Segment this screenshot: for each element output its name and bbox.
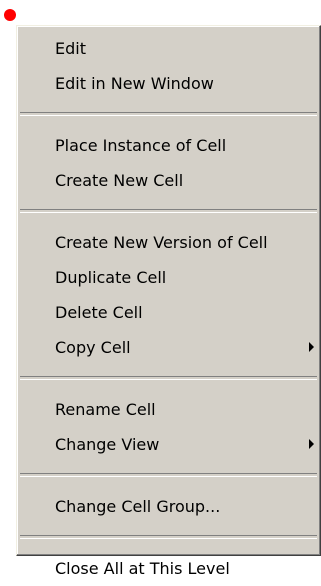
menu-separator (20, 376, 317, 380)
menu-item-change-cell-group[interactable]: Change Cell Group... (17, 489, 320, 524)
menu-item-create-new-cell[interactable]: Create New Cell (17, 163, 320, 198)
menu-item-label: Copy Cell (55, 338, 131, 357)
menu-item-label: Change View (55, 435, 160, 454)
submenu-arrow-icon (309, 342, 314, 352)
menu-item-create-new-version-of-cell[interactable]: Create New Version of Cell (17, 225, 320, 260)
menu-item-edit[interactable]: Edit (17, 31, 320, 66)
menu-item-delete-cell[interactable]: Delete Cell (17, 295, 320, 330)
menu-separator (20, 535, 317, 539)
menu-separator (20, 209, 317, 213)
menu-item-edit-in-new-window[interactable]: Edit in New Window (17, 66, 320, 101)
menu-item-copy-cell[interactable]: Copy Cell (17, 330, 320, 365)
menu-item-label: Rename Cell (55, 400, 156, 419)
menu-separator (20, 112, 317, 116)
menu-item-label: Duplicate Cell (55, 268, 167, 287)
menu-item-place-instance-of-cell[interactable]: Place Instance of Cell (17, 128, 320, 163)
menu-item-label: Edit in New Window (55, 74, 214, 93)
menu-item-label: Create New Cell (55, 171, 184, 190)
menu-item-duplicate-cell[interactable]: Duplicate Cell (17, 260, 320, 295)
menu-item-label: Place Instance of Cell (55, 136, 227, 155)
menu-item-label: Close All at This Level (55, 559, 230, 578)
menu-item-label: Create New Version of Cell (55, 233, 268, 252)
menu-item-label: Edit (55, 39, 86, 58)
submenu-arrow-icon (309, 439, 314, 449)
menu-item-close-all-at-this-level[interactable]: Close All at This Level (17, 551, 320, 586)
menu-item-change-view[interactable]: Change View (17, 427, 320, 462)
menu-separator (20, 473, 317, 477)
menu-item-label: Delete Cell (55, 303, 143, 322)
red-dot-marker (4, 9, 16, 21)
menu-item-rename-cell[interactable]: Rename Cell (17, 392, 320, 427)
menu-item-label: Change Cell Group... (55, 497, 221, 516)
context-menu: Edit Edit in New Window Place Instance o… (16, 25, 321, 578)
